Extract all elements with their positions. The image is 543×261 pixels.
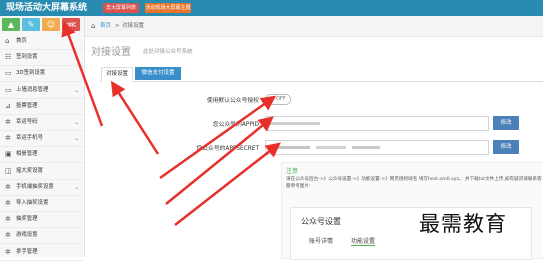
- default-auth-toggle[interactable]: ✕ OFF: [265, 94, 291, 105]
- sidebar-item[interactable]: ⌂ 首页: [0, 34, 84, 50]
- chevron-down-icon: ⌄: [74, 86, 80, 94]
- blurred-value: [270, 146, 310, 149]
- gear-icon: ✲: [5, 231, 11, 240]
- sidebar-item-label: 上墙消息管理: [16, 86, 49, 93]
- gear-icon: ✲: [5, 247, 11, 256]
- app-title: 现场活动大屏幕系统: [6, 3, 88, 13]
- breadcrumb-current: 对接设置: [122, 23, 145, 29]
- sidebar-item[interactable]: ✲ 抽奖管理: [0, 212, 84, 229]
- sidebar-item[interactable]: ▭ 3D签到设置: [0, 66, 84, 83]
- sidebar-item[interactable]: ▭ 上墙消息管理 ⌄: [0, 83, 84, 99]
- toggle-x-icon: ✕: [268, 96, 273, 102]
- blurred-value: [316, 146, 346, 149]
- default-auth-label: 使用默认公众号授权: [206, 98, 259, 104]
- monitor-icon: ▭: [5, 69, 12, 78]
- sidebar-item[interactable]: ◫ 摇大奖设置: [0, 164, 84, 180]
- sidebar-item-label: 手机端抽奖设置: [16, 183, 54, 190]
- tab-bar: 对接设置 微信支付设置: [99, 67, 543, 82]
- toggle-state: OFF: [276, 96, 286, 102]
- appid-label: 您公众号的APPID: [212, 122, 259, 128]
- appid-modify-button[interactable]: 修改: [493, 116, 519, 130]
- gear-icon: ✲: [5, 215, 11, 224]
- sidebar-item[interactable]: ✲ 幸运号码 ⌄: [0, 115, 84, 131]
- sidebar-item[interactable]: ✲ 游戏设置: [0, 228, 84, 245]
- sidebar-item[interactable]: ✲ 幸运手机号 ⌄: [0, 131, 84, 148]
- chevron-down-icon: ⌄: [74, 54, 80, 62]
- gear-icon: ✲: [5, 118, 11, 126]
- breadcrumb: ⌂ 首页 > 对接设置: [85, 16, 543, 37]
- sidebar-item-label: 游戏设置: [16, 232, 38, 239]
- appid-input[interactable]: [265, 116, 489, 131]
- gear-icon: ✲: [5, 199, 11, 207]
- sidebar-item-label: 签到设置: [16, 54, 38, 61]
- gear-icon: ✲: [5, 134, 11, 143]
- edit-icon[interactable]: ✎: [22, 18, 40, 31]
- tab-wechat-pay-settings[interactable]: 微信支付设置: [135, 67, 181, 80]
- share-icon[interactable]: ⋘: [62, 18, 80, 31]
- chevron-down-icon: ⌄: [74, 183, 80, 191]
- goto-screen-list-button[interactable]: 去大屏幕列表: [103, 3, 139, 13]
- breadcrumb-home-link[interactable]: 首页: [100, 16, 111, 36]
- appsecret-input[interactable]: [265, 140, 489, 155]
- sidebar-item-label: 投票管理: [16, 102, 38, 109]
- sidebar-item-label: 幸运手机号: [16, 135, 43, 142]
- users-icon: ☷: [5, 53, 12, 62]
- monitor-icon: ▭: [5, 85, 12, 94]
- breadcrumb-separator: >: [115, 23, 120, 29]
- chevron-down-icon: ⌄: [74, 135, 80, 143]
- sidebar-item-label: 抽奖管理: [16, 216, 38, 223]
- blurred-value: [352, 146, 380, 149]
- sidebar-shortcut-buttons: ▲ ✎ ☺ ⋘: [2, 18, 82, 32]
- sidebar-item-label: 摇大奖设置: [16, 167, 43, 174]
- notice-title: 注意: [286, 168, 299, 175]
- chart-icon: ⊿: [5, 101, 11, 110]
- sidebar-item[interactable]: ✲ 导入抽奖设置: [0, 196, 84, 212]
- notice-body: 请在公众号后台->》公众号设置->》功能设置->》网页授权域名 填写hest.o…: [286, 177, 542, 189]
- sidebar-item-label: 拿手管理: [16, 248, 38, 255]
- user-icon[interactable]: ☺: [42, 18, 60, 31]
- watermark-text: 最需教育: [419, 212, 507, 236]
- sidebar-item[interactable]: ✲ 拿手管理: [0, 245, 84, 261]
- page-title: 对接设置: [91, 47, 131, 58]
- reference-card-title: 公众号设置: [301, 217, 341, 226]
- sidebar-item[interactable]: ▣ 相册管理: [0, 147, 84, 164]
- appsecret-label: 您公众号的APPSECRET: [196, 146, 259, 152]
- sidebar-item-label: 导入抽奖设置: [16, 200, 49, 206]
- sidebar-item-label: 3D签到设置: [16, 70, 46, 77]
- reference-tab-function: 功能设置: [351, 238, 376, 246]
- appsecret-modify-button[interactable]: 修改: [493, 140, 519, 154]
- reference-tab-account: 账号详情: [309, 238, 334, 245]
- tab-integration-settings[interactable]: 对接设置: [101, 67, 133, 82]
- home-icon: ⌂: [5, 37, 10, 45]
- blurred-value: [270, 122, 320, 125]
- top-bar: 现场活动大屏幕系统 去大屏幕列表 活动现场大屏幕主题: [0, 0, 543, 16]
- chevron-down-icon: ⌄: [74, 119, 80, 126]
- image-icon: ▣: [5, 150, 12, 159]
- sidebar: ▲ ✎ ☺ ⋘ ⌂ 首页 ☷ 签到设置 ⌄ ▭ 3D签到设置 ▭ 上墙消息管理 ⌄ ⊿ 投票管理 ✲ 幸运…: [0, 16, 85, 261]
- gear-icon: ✲: [5, 182, 11, 191]
- sidebar-item-label: 首页: [16, 38, 27, 44]
- sidebar-item-label: 相册管理: [16, 151, 38, 158]
- sidebar-item[interactable]: ✲ 手机端抽奖设置 ⌄: [0, 180, 84, 196]
- sidebar-item[interactable]: ☷ 签到设置 ⌄: [0, 50, 84, 67]
- stats-icon[interactable]: ▲: [2, 18, 20, 31]
- page-subtitle: 此处对接公众号系统: [143, 49, 193, 55]
- home-icon: ⌂: [91, 22, 96, 30]
- sidebar-item[interactable]: ⊿ 投票管理: [0, 99, 84, 115]
- gift-icon: ◫: [5, 166, 12, 175]
- screen-theme-button[interactable]: 活动现场大屏幕主题: [145, 3, 191, 13]
- sidebar-item-label: 幸运号码: [16, 119, 38, 125]
